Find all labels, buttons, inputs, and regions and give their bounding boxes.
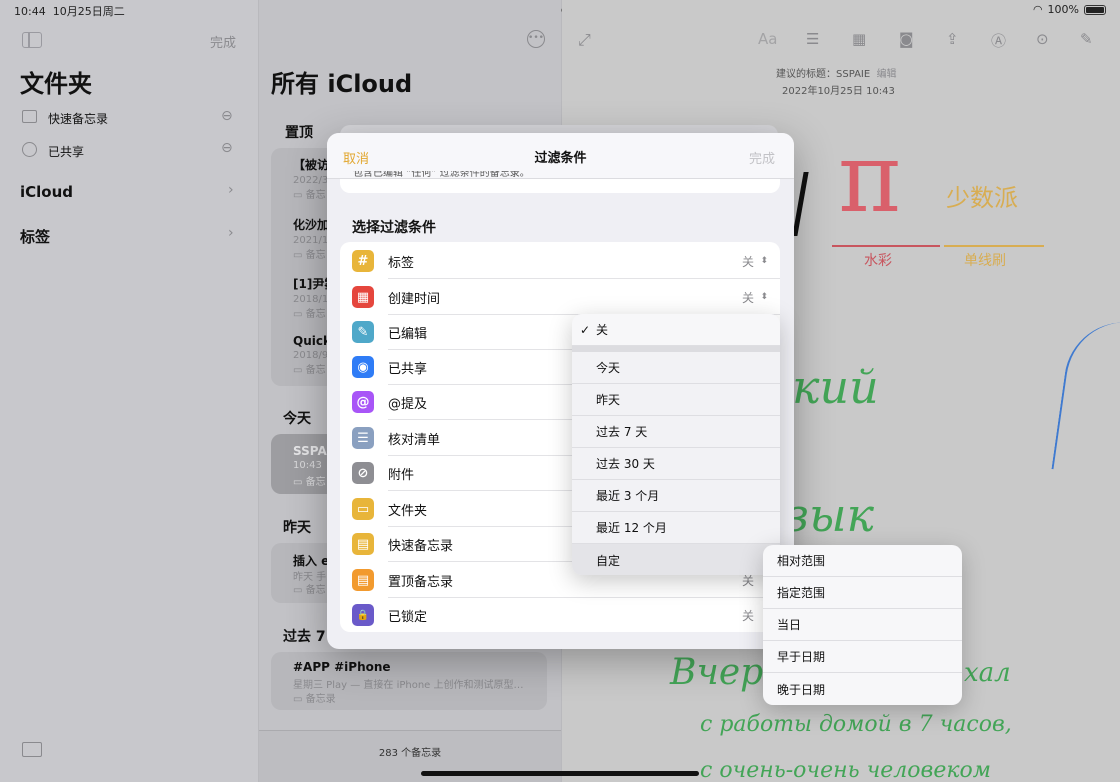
fullscreen-icon[interactable]: ⤢	[578, 30, 591, 50]
pencil-icon: ✎	[352, 321, 374, 343]
folder-icon: ▭	[352, 498, 374, 520]
suggested-title: 建议的标题：SSPAIE 编辑	[776, 69, 897, 80]
updown-icon: ⬍	[760, 292, 768, 302]
blue-curve	[1051, 314, 1120, 478]
updown-icon: ⬍	[760, 256, 768, 266]
sidebar-item-label: 已共享	[48, 145, 85, 159]
handwriting-ru: хал	[964, 658, 1011, 688]
home-indicator[interactable]	[421, 771, 699, 776]
checkmark-icon: ✓	[580, 322, 591, 337]
edit-link[interactable]: 编辑	[877, 69, 897, 80]
more-options-icon[interactable]: •••	[527, 30, 545, 48]
chevron-right-icon: ›	[228, 182, 234, 198]
custom-submenu: 相对范围 指定范围 当日 早于日期 晚于日期	[763, 545, 962, 705]
submenu-option[interactable]: 当日	[763, 609, 962, 641]
list-title: 所有 iCloud	[271, 70, 413, 98]
compose-icon[interactable]: ✎	[1080, 30, 1093, 48]
note-count: 283 个备忘录	[378, 748, 442, 759]
underline-yellow	[944, 245, 1044, 247]
handwriting-ru: кий	[792, 360, 879, 414]
lock-icon: 🔒	[352, 604, 374, 626]
section-header: 选择过滤条件	[352, 220, 436, 236]
camera-icon[interactable]: ◙	[899, 30, 914, 48]
table-icon[interactable]: ▦	[852, 30, 866, 48]
modal-title: 过滤条件	[534, 151, 587, 166]
edited-dropdown-menu: ✓ 关 今天 昨天 过去 7 天 过去 30 天 最近 3 个月 最近 12 个月…	[572, 314, 780, 575]
status-date: 10月25日周二	[52, 5, 125, 18]
underline-red	[832, 245, 940, 247]
checklist-icon: ☰	[352, 427, 374, 449]
list-item[interactable]: 【被访 2022/3 ▭ 备忘	[293, 156, 329, 201]
handwriting-line	[792, 172, 809, 236]
battery-icon	[1084, 4, 1106, 15]
submenu-option[interactable]: 晚于日期	[763, 673, 962, 705]
sidebar: 完成 文件夹 快速备忘录 ⊖ 已共享 ⊖ iCloud › 标签 ›	[0, 0, 258, 782]
pinned-note-icon: ▤	[352, 569, 374, 591]
handwriting-ru: с очень-очень человеком	[700, 758, 991, 782]
submenu-option[interactable]: 早于日期	[763, 641, 962, 673]
submenu-option[interactable]: 指定范围	[763, 577, 962, 609]
shared-icon: ◉	[352, 356, 374, 378]
section-last-7: 过去 7	[283, 629, 326, 645]
sidebar-section-tags[interactable]: 标签 ›	[20, 225, 238, 247]
submenu-option[interactable]: 相对范围	[763, 545, 962, 577]
section-label: 标签	[20, 228, 51, 246]
filter-row-created[interactable]: ▦ 创建时间 关 ⬍	[340, 279, 780, 315]
modal-done-button[interactable]: 完成	[749, 148, 775, 167]
tag-icon: #	[352, 250, 374, 272]
section-today: 今天	[283, 411, 311, 427]
more-icon[interactable]: ⊖	[221, 108, 233, 124]
sidebar-item-quick-notes[interactable]: 快速备忘录 ⊖	[20, 108, 238, 128]
share-icon[interactable]: ⇪	[946, 30, 959, 48]
checklist-icon[interactable]: ☰	[806, 30, 819, 48]
section-label: iCloud	[20, 183, 74, 201]
list-item[interactable]: Quick 2018/9 ▭ 备忘	[293, 334, 331, 376]
dropdown-option[interactable]: 最近 12 个月	[572, 512, 780, 544]
calendar-icon: ▦	[352, 286, 374, 308]
dropdown-option-off[interactable]: ✓ 关	[572, 314, 780, 346]
list-item[interactable]: #APP #iPhone 星期三 Play — 直接在 iPhone 上创作和测…	[271, 652, 547, 710]
markup-icon[interactable]: Ⓐ	[991, 30, 1006, 51]
status-bar: 10:44 10月25日周二 ◠ 100%	[0, 0, 1120, 20]
new-folder-icon[interactable]	[22, 742, 42, 757]
quick-note-icon: ▤	[352, 533, 374, 555]
dropdown-option[interactable]: 今天	[572, 352, 780, 384]
section-pinned: 置顶	[285, 125, 313, 141]
list-item[interactable]: 化沙加 2021/1 ▭ 备忘	[293, 216, 329, 261]
dropdown-option-custom[interactable]: 自定	[572, 544, 780, 575]
filter-description: 包含已编辑 “任何” 过滤条件的备忘录。	[353, 171, 530, 179]
sidebar-item-shared[interactable]: 已共享 ⊖	[20, 140, 238, 160]
handwriting-ru: с работы домой в 7 часов,	[700, 712, 1012, 737]
handwriting-pi: π	[838, 122, 902, 234]
sidebar-title: 文件夹	[20, 70, 92, 98]
format-icon[interactable]: Aa	[758, 30, 777, 48]
filter-row-locked[interactable]: 🔒 已锁定 关	[340, 597, 780, 633]
paperclip-icon: ⊘	[352, 462, 374, 484]
chevron-right-icon: ›	[228, 225, 234, 241]
handwriting-zh: 少数派	[946, 184, 1018, 212]
handwriting-zh: 单线刷	[964, 253, 1006, 269]
sidebar-toggle-icon[interactable]	[22, 32, 42, 48]
more-icon[interactable]: ⊖	[221, 140, 233, 156]
section-yesterday: 昨天	[283, 520, 311, 536]
dropdown-option[interactable]: 过去 7 天	[572, 416, 780, 448]
shared-icon	[22, 142, 37, 157]
dropdown-option[interactable]: 最近 3 个月	[572, 480, 780, 512]
note-toolbar: Aa ☰ ▦ ◙ ⇪ Ⓐ ⊙ ✎	[758, 30, 1108, 52]
sidebar-done-button[interactable]: 完成	[210, 32, 236, 51]
quick-note-icon	[22, 110, 37, 123]
sidebar-item-label: 快速备忘录	[48, 112, 109, 126]
dropdown-option[interactable]: 昨天	[572, 384, 780, 416]
handwriting-zh: 水彩	[864, 253, 892, 269]
status-time: 10:44	[14, 5, 46, 18]
more-icon[interactable]: ⊙	[1036, 30, 1049, 48]
wifi-icon: ◠	[1032, 3, 1043, 16]
handwriting-ru: зык	[784, 488, 875, 542]
sidebar-section-icloud[interactable]: iCloud ›	[20, 182, 238, 204]
dropdown-option[interactable]: 过去 30 天	[572, 448, 780, 480]
battery-percent: 100%	[1047, 3, 1079, 16]
note-date: 2022年10月25日 10:43	[782, 86, 895, 97]
at-icon: @	[352, 391, 374, 413]
filter-row-tags[interactable]: # 标签 关 ⬍	[340, 243, 780, 279]
